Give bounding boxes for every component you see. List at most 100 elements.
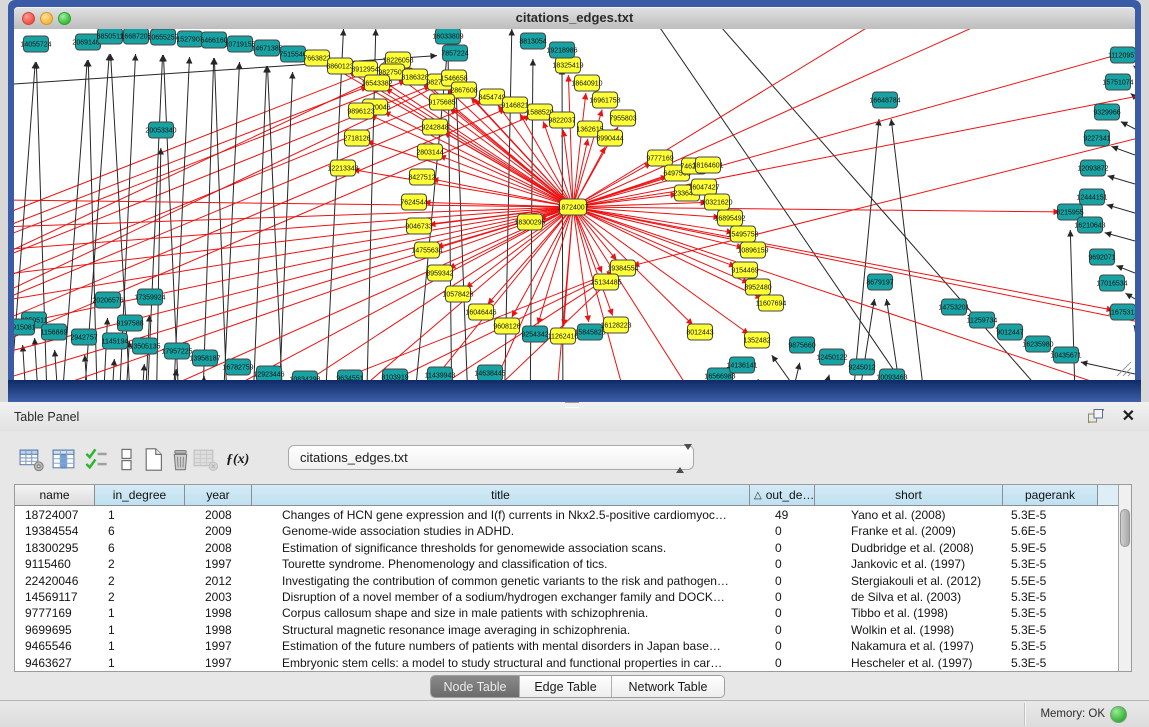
table-row[interactable]: 1830029562008Estimation of significance … [15,540,1120,556]
graph-node[interactable]: 18300295 [514,214,545,230]
network-view-window[interactable]: citations_edges.txt 18724007140557242069… [8,0,1141,402]
graph-node[interactable]: 15134485 [590,274,621,290]
column-header-name[interactable]: name [15,485,95,506]
graph-node[interactable]: 15495758 [727,226,758,242]
graph-node[interactable]: 9254342 [521,326,548,342]
graph-node[interactable]: 8860123 [326,58,353,74]
table-row[interactable]: 911546021997Tourette syndrome. Phenomeno… [15,556,1120,572]
graph-node[interactable]: 9245012 [848,359,875,375]
graph-node[interactable]: 16895492 [714,210,745,226]
graph-node[interactable]: 9896123 [347,103,374,119]
graph-node[interactable]: 16648784 [869,92,900,108]
graph-node[interactable]: 8679197 [866,274,893,290]
resize-grip-icon[interactable] [1113,358,1133,378]
graph-node[interactable]: 1156869 [41,324,68,340]
graph-node[interactable]: 16235980 [1022,336,1053,352]
graph-node[interactable]: 11675312 [1108,304,1135,320]
graph-node[interactable]: 9227341 [1083,130,1110,146]
graph-node[interactable]: 16046446 [465,304,496,320]
graph-node[interactable]: 7857224 [441,45,468,61]
graph-node[interactable]: 10321620 [701,194,732,210]
graph-node[interactable]: 9012447 [996,324,1023,340]
graph-node[interactable]: 16210643 [1074,217,1105,233]
table-options-icon[interactable] [18,446,45,473]
graph-node[interactable]: 12923446 [253,366,284,380]
graph-node[interactable]: 12444151 [1076,189,1107,205]
graph-node[interactable]: 9175685 [428,94,455,110]
table-row[interactable]: 969969511998Structural magnetic resonanc… [15,622,1120,638]
table-row[interactable]: 1456911722003Disruption of a novel membe… [15,589,1120,605]
graph-node[interactable]: 14136141 [726,357,757,373]
column-header-indegree[interactable]: in_degree [95,485,185,506]
tab-network-table[interactable]: Network Table [611,676,724,697]
new-table-icon[interactable] [140,446,167,473]
graph-node[interactable]: 9154469 [731,262,758,278]
table-row[interactable]: 2242004622012Investigating the contribut… [15,573,1120,589]
graph-node[interactable]: 14055724 [20,36,51,52]
table-row[interactable]: 946554611997Estimation of the future num… [15,638,1120,654]
table-row[interactable]: 1872400712008Changes of HCN gene express… [15,507,1120,523]
graph-node[interactable]: 2718126 [343,130,370,146]
graph-node[interactable]: 9146821 [501,97,528,113]
graph-node[interactable]: 9242848 [421,119,448,135]
graph-node[interactable]: 8427512 [408,169,435,185]
graph-node[interactable]: 16128223 [600,317,631,333]
graph-node[interactable]: 14753201 [938,299,969,315]
column-visibility-icon[interactable] [50,446,77,473]
graph-node[interactable]: 17957225 [161,343,192,359]
graph-node[interactable]: 1145194 [102,333,129,349]
column-header-outde[interactable]: △out_de… [750,485,815,506]
graph-node[interactable]: 9692071 [1088,249,1115,265]
graph-node[interactable]: 9197588 [116,315,143,331]
table-row[interactable]: 946362711997Embryonic stem cells: a mode… [15,655,1120,671]
graph-node[interactable]: 12213343 [327,160,358,176]
graph-node[interactable]: 16033809 [432,29,463,44]
graph-node[interactable]: 10834298 [289,371,320,380]
graph-node[interactable]: 11120957 [1108,47,1135,63]
graph-node[interactable]: 14755634 [411,242,442,258]
graph-node[interactable]: 2803144 [416,144,443,160]
graph-node[interactable]: 8012443 [686,324,713,340]
tab-edge-table[interactable]: Edge Table [519,676,611,697]
column-header-short[interactable]: short [815,485,1003,506]
graph-node[interactable]: 8959342 [426,265,453,281]
graph-node[interactable]: 10435671 [1050,347,1081,363]
graph-node[interactable]: 10655257 [147,29,178,45]
scrollbar-thumb[interactable] [1120,509,1130,547]
table-row[interactable]: 977716911998Corpus callosum shape and si… [15,605,1120,621]
tab-node-table[interactable]: Node Table [431,676,519,697]
graph-node[interactable]: 8813054 [519,33,546,49]
table-row[interactable]: 1938455462009Genome-wide association stu… [15,523,1120,539]
graph-node[interactable]: 11607694 [756,295,787,311]
graph-node[interactable]: 8103919 [381,369,408,380]
graph-node[interactable]: 14638445 [474,365,505,380]
graph-node[interactable]: 8186328 [401,69,428,85]
graph-node[interactable]: 8952480 [744,279,771,295]
graph-node[interactable]: 12450122 [816,349,847,365]
graph-node[interactable]: 9822037 [548,112,575,128]
vertical-scrollbar[interactable] [1118,485,1131,671]
graph-node[interactable]: 15751074 [1102,74,1133,90]
window-title-bar[interactable]: citations_edges.txt [14,7,1135,30]
memory-indicator-button[interactable] [1110,706,1127,723]
graph-node[interactable]: 13505135 [129,338,160,354]
delete-table-icon[interactable] [167,446,194,473]
row-height-icon[interactable] [113,446,140,473]
citation-network-graph[interactable]: 1872400714055724206914068850511166872051… [14,29,1135,380]
graph-node[interactable]: 7624544 [400,194,427,210]
close-panel-icon[interactable]: ✕ [1122,406,1135,426]
graph-node[interactable]: 2942757 [70,329,97,345]
graph-node[interactable]: 8990444 [596,130,623,146]
splitter-handle[interactable] [565,402,579,408]
graph-node[interactable]: 12093872 [1077,160,1108,176]
graph-node[interactable]: 9329966 [1093,104,1120,120]
column-select-icon[interactable] [83,446,110,473]
graph-node[interactable]: 1352482 [743,332,770,348]
graph-node[interactable]: 16047427 [688,179,719,195]
graph-node[interactable]: 16782759 [222,359,253,375]
graph-node[interactable]: 9608126 [493,318,520,334]
graph-node[interactable]: 16543382 [361,75,392,91]
graph-node[interactable]: 9634551 [336,370,363,380]
graph-node[interactable]: 10093463 [876,369,907,380]
float-window-icon[interactable] [1087,408,1105,424]
